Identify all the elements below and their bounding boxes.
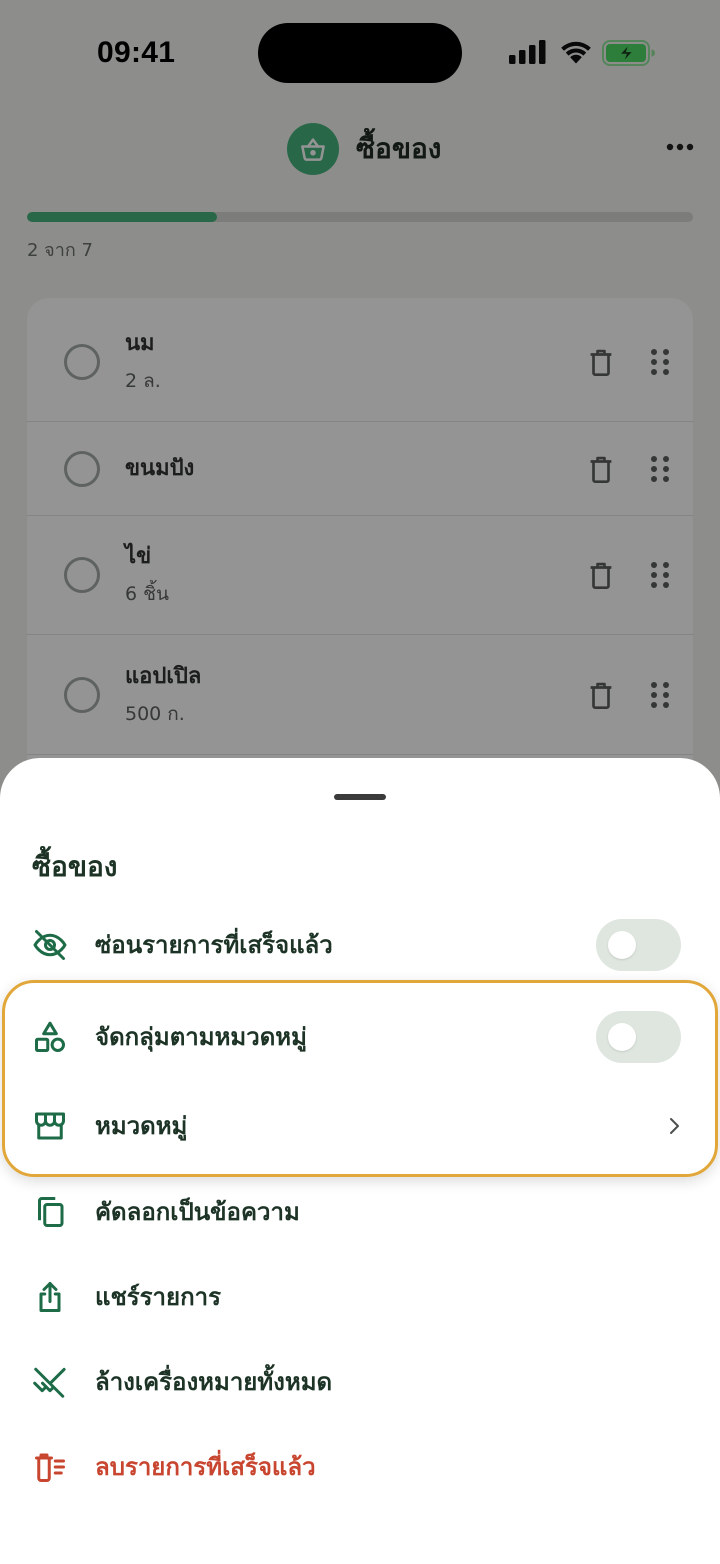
option-delete-completed[interactable]: ลบรายการที่เสร็จแล้ว bbox=[0, 1427, 720, 1507]
option-label: ลบรายการที่เสร็จแล้ว bbox=[95, 1453, 316, 1481]
option-clear-all-checks[interactable]: ล้างเครื่องหมายทั้งหมด bbox=[0, 1342, 720, 1422]
hide-completed-toggle[interactable] bbox=[596, 919, 681, 971]
group-by-category-toggle[interactable] bbox=[596, 1011, 681, 1063]
option-label: ล้างเครื่องหมายทั้งหมด bbox=[95, 1368, 333, 1396]
option-label: จัดกลุ่มตามหมวดหมู่ bbox=[95, 1023, 307, 1051]
option-label: แชร์รายการ bbox=[95, 1283, 221, 1311]
delete-sweep-icon bbox=[35, 1453, 65, 1482]
option-label: คัดลอกเป็นข้อความ bbox=[95, 1198, 300, 1226]
sheet-drag-handle[interactable] bbox=[334, 794, 386, 800]
option-hide-completed[interactable]: ซ่อนรายการที่เสร็จแล้ว bbox=[0, 905, 720, 985]
share-icon bbox=[39, 1282, 61, 1312]
option-categories[interactable]: หมวดหมู่ bbox=[0, 1086, 720, 1166]
bottom-sheet: ซื้อของ ซ่อนรายการที่เสร็จแล้ว จัดกลุ่มต… bbox=[0, 758, 720, 1564]
storefront-icon bbox=[35, 1112, 65, 1140]
option-label: หมวดหมู่ bbox=[95, 1112, 188, 1140]
eye-off-icon bbox=[33, 930, 67, 960]
chevron-right-icon bbox=[670, 1118, 679, 1134]
option-label: ซ่อนรายการที่เสร็จแล้ว bbox=[95, 931, 333, 959]
option-copy-as-text[interactable]: คัดลอกเป็นข้อความ bbox=[0, 1172, 720, 1252]
remove-done-icon bbox=[33, 1367, 66, 1398]
copy-icon bbox=[38, 1197, 64, 1227]
toggle-knob bbox=[608, 1023, 636, 1051]
option-group-by-category[interactable]: จัดกลุ่มตามหมวดหมู่ bbox=[0, 997, 720, 1077]
toggle-knob bbox=[608, 931, 636, 959]
sheet-title: ซื้อของ bbox=[32, 850, 118, 883]
shapes-icon bbox=[35, 1021, 66, 1053]
option-share-list[interactable]: แชร์รายการ bbox=[0, 1257, 720, 1337]
